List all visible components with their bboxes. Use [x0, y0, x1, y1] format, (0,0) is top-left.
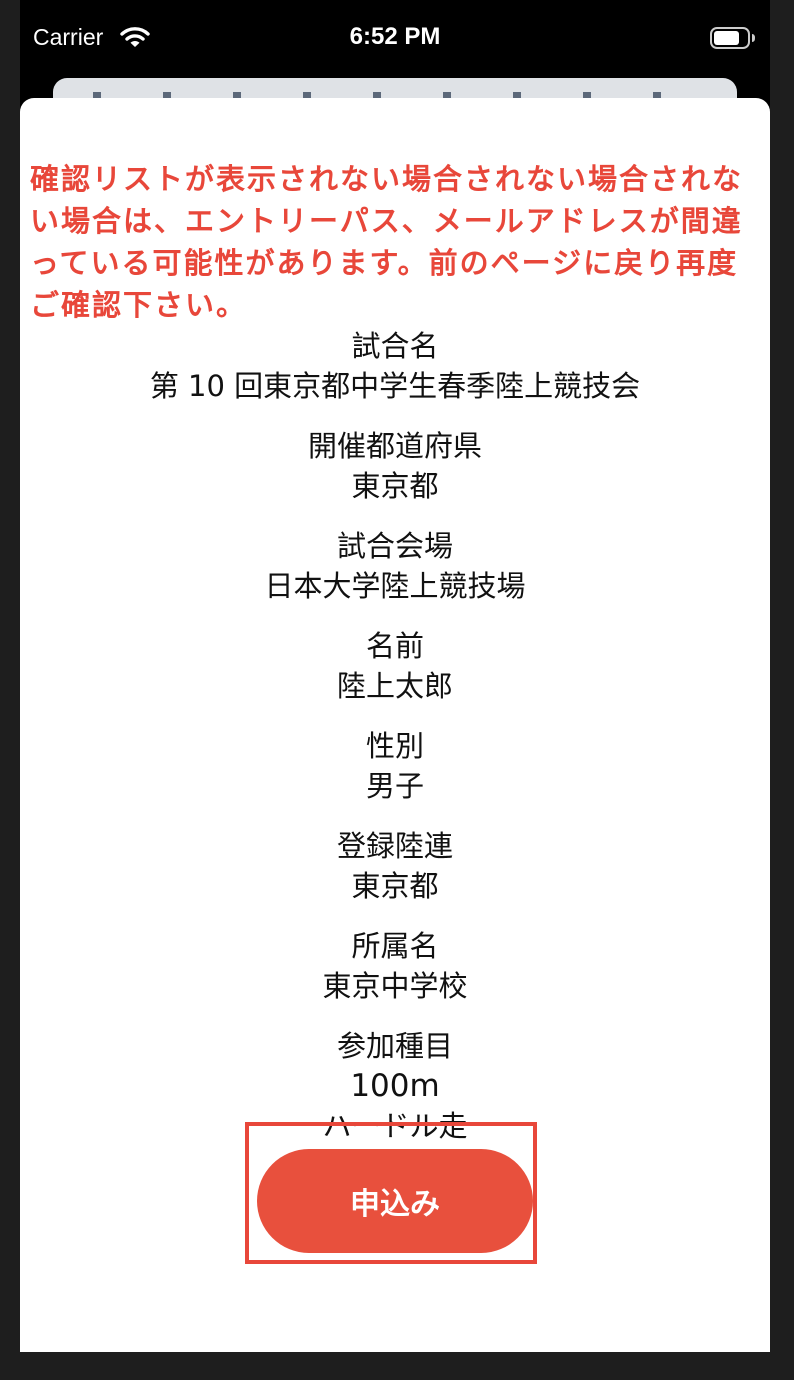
field-label: 開催都道府県 — [307, 429, 482, 463]
submit-button[interactable]: 申込み — [257, 1149, 533, 1253]
field-affiliation: 所属名 東京中学校 — [20, 926, 770, 1006]
field-value: 東京都 — [351, 469, 439, 503]
event-item: 100m — [350, 1068, 440, 1104]
field-value: 男子 — [365, 769, 424, 803]
status-bar: Carrier 6:52 PM — [20, 0, 770, 78]
field-value: 日本大学陸上競技場 — [264, 569, 526, 603]
field-gender: 性別 男子 — [20, 726, 770, 806]
field-label: 名前 — [365, 629, 424, 663]
field-venue: 試合会場 日本大学陸上競技場 — [20, 526, 770, 606]
status-time: 6:52 PM — [349, 23, 441, 50]
field-label: 登録陸連 — [336, 829, 453, 863]
field-value: 陸上太郎 — [336, 669, 453, 703]
field-match-name: 試合名 第 10 回東京都中学生春季陸上競技会 — [20, 326, 770, 406]
field-label: 試合会場 — [336, 529, 453, 563]
field-label: 所属名 — [351, 929, 439, 963]
field-value: 東京中学校 — [322, 969, 468, 1003]
field-label: 性別 — [365, 729, 424, 763]
battery-icon — [710, 27, 755, 49]
field-value: 東京都 — [351, 869, 439, 903]
field-registered-federation: 登録陸連 東京都 — [20, 826, 770, 906]
field-prefecture: 開催都道府県 東京都 — [20, 426, 770, 506]
field-label: 参加種目 — [336, 1029, 453, 1063]
phone-screen: Carrier 6:52 PM 確認リストが表示されない場合されない場合されない… — [20, 0, 770, 1352]
warning-message: 確認リストが表示されない場合されない場合されない場合は、エントリーパス、メールア… — [30, 162, 744, 322]
field-label: 試合名 — [351, 329, 439, 363]
field-name: 名前 陸上太郎 — [20, 626, 770, 706]
confirmation-list: 試合名 第 10 回東京都中学生春季陸上競技会 開催都道府県 東京都 試合会場 … — [20, 326, 770, 1206]
field-value: 第 10 回東京都中学生春季陸上競技会 — [149, 369, 641, 403]
